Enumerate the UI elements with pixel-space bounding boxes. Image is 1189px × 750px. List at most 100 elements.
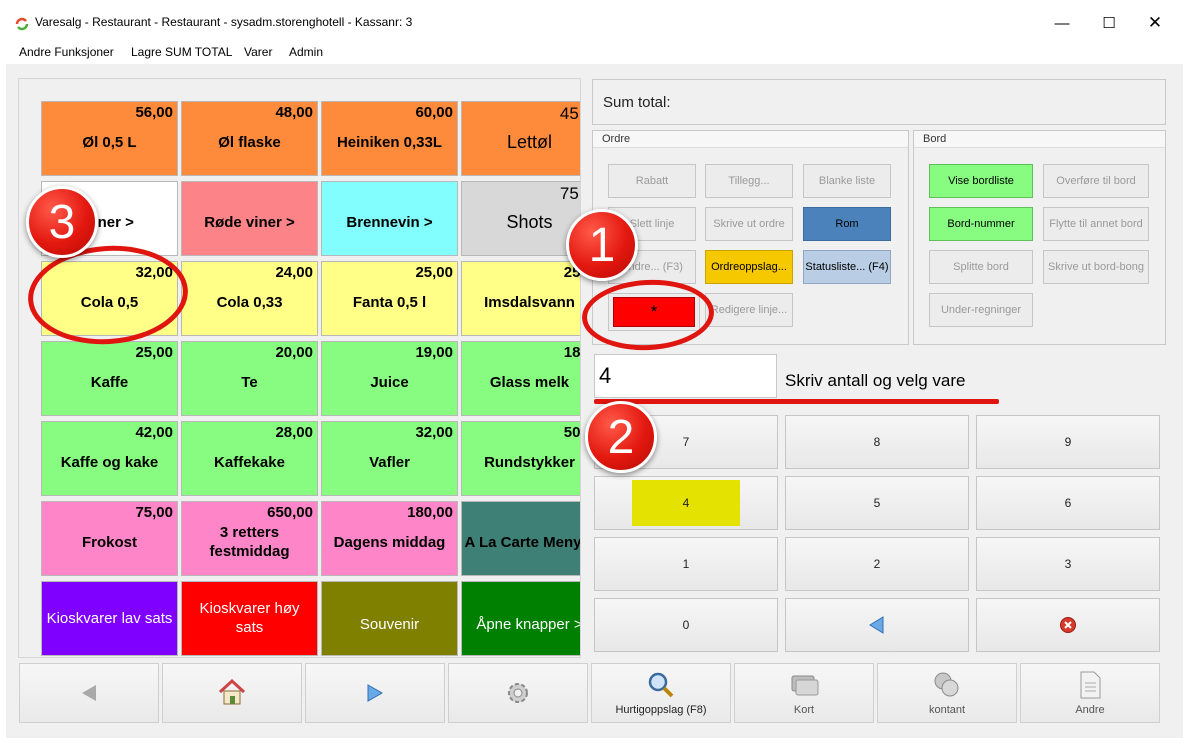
bord-nummer-button[interactable]: Bord-nummer bbox=[929, 207, 1033, 241]
product-price: 45,0 bbox=[559, 104, 580, 123]
product-price: 28,00 bbox=[275, 424, 313, 441]
vise-bordliste-button[interactable]: Vise bordliste bbox=[929, 164, 1033, 198]
product-button[interactable]: 24,00 Cola 0,33 bbox=[181, 261, 318, 336]
product-price: 19,00 bbox=[415, 344, 453, 361]
product-price: 50,0 bbox=[563, 424, 581, 441]
product-button[interactable]: Kioskvarer lav sats bbox=[41, 581, 178, 656]
minimize-button[interactable]: — bbox=[1047, 10, 1077, 36]
numpad-key-2[interactable]: 2 bbox=[785, 537, 969, 591]
product-price: 25,00 bbox=[415, 264, 453, 281]
rom-button[interactable]: Rom bbox=[803, 207, 891, 241]
numpad-key-8[interactable]: 8 bbox=[785, 415, 969, 469]
hurtigoppslag-button[interactable]: Hurtigoppslag (F8) bbox=[591, 663, 731, 723]
numpad-key-3[interactable]: 3 bbox=[976, 537, 1160, 591]
product-button[interactable]: Røde viner > bbox=[181, 181, 318, 256]
numpad-key-1[interactable]: 1 bbox=[594, 537, 778, 591]
andre-label: Andre bbox=[1075, 704, 1105, 716]
maximize-button[interactable]: ☐ bbox=[1094, 10, 1124, 36]
forward-button[interactable] bbox=[305, 663, 445, 723]
product-button[interactable]: 60,00 Heiniken 0,33L bbox=[321, 101, 458, 176]
clear-icon bbox=[1060, 617, 1076, 633]
backspace-button[interactable] bbox=[785, 598, 969, 652]
blanke-liste-button[interactable]: Blanke liste bbox=[803, 164, 891, 198]
product-grid: 56,00 Øl 0,5 L 48,00 Øl flaske 60,00 Heinik… bbox=[18, 78, 581, 658]
statusliste-button[interactable]: Statusliste... (F4) bbox=[803, 250, 891, 284]
kort-button[interactable]: Kort bbox=[734, 663, 874, 723]
maximize-icon: ☐ bbox=[1102, 15, 1116, 32]
product-price: 48,00 bbox=[275, 104, 313, 121]
product-button[interactable]: 42,00 Kaffe og kake bbox=[41, 421, 178, 496]
product-button[interactable]: Åpne knapper > bbox=[461, 581, 581, 656]
close-icon: ✕ bbox=[1147, 13, 1163, 32]
product-button[interactable]: Kioskvarer høy sats bbox=[181, 581, 318, 656]
product-name: Kaffekake bbox=[214, 453, 285, 471]
menu-andre-funksjoner[interactable]: Andre Funksjoner bbox=[19, 44, 114, 60]
product-price: 25,00 bbox=[135, 344, 173, 361]
product-button[interactable]: 75,0 Shots bbox=[461, 181, 580, 256]
product-button[interactable]: 28,00 Kaffekake bbox=[181, 421, 318, 496]
product-button[interactable]: 180,00 Dagens middag bbox=[321, 501, 458, 576]
skrive-ut-bord-bong-button[interactable]: Skrive ut bord-bong bbox=[1043, 250, 1149, 284]
product-price: 42,00 bbox=[135, 424, 173, 441]
menu-bar: Andre Funksjoner Lagre SUM TOTAL Varer A… bbox=[0, 44, 1189, 64]
numpad-key-4[interactable]: 4 bbox=[594, 476, 778, 530]
back-button[interactable] bbox=[19, 663, 159, 723]
under-regninger-button[interactable]: Under-regninger bbox=[929, 293, 1033, 327]
product-button[interactable]: 56,00 Øl 0,5 L bbox=[41, 101, 178, 176]
settings-button[interactable] bbox=[448, 663, 588, 723]
close-button[interactable]: ✕ bbox=[1140, 10, 1170, 36]
app-window: Varesalg - Restaurant - Restaurant - sys… bbox=[0, 0, 1189, 750]
product-name: Shots bbox=[506, 211, 553, 232]
kontant-label: kontant bbox=[928, 704, 966, 716]
numpad-key-0[interactable]: 0 bbox=[594, 598, 778, 652]
product-name: Åpne knapper > bbox=[476, 615, 581, 633]
menu-admin[interactable]: Admin bbox=[289, 44, 323, 60]
window-title: Varesalg - Restaurant - Restaurant - sys… bbox=[35, 15, 413, 29]
ordreoppslag-button[interactable]: Ordreoppslag... bbox=[705, 250, 793, 284]
product-button[interactable]: 25,0Imsdalsvann bbox=[461, 261, 580, 336]
overfore-til-bord-button[interactable]: Overføre til bord bbox=[1043, 164, 1149, 198]
product-name: Glass melk bbox=[489, 373, 570, 391]
numpad-key-9[interactable]: 9 bbox=[976, 415, 1160, 469]
clear-button[interactable] bbox=[976, 598, 1160, 652]
numpad-key-6[interactable]: 6 bbox=[976, 476, 1160, 530]
arrow-right-icon bbox=[367, 684, 384, 702]
product-button[interactable]: 48,00 Øl flaske bbox=[181, 101, 318, 176]
rabatt-button[interactable]: Rabatt bbox=[608, 164, 696, 198]
skrive-ut-ordre-button[interactable]: Skrive ut ordre bbox=[705, 207, 793, 241]
product-button[interactable]: 19,00 Juice bbox=[321, 341, 458, 416]
backspace-icon bbox=[869, 616, 884, 634]
product-button[interactable]: 32,00 Vafler bbox=[321, 421, 458, 496]
product-button[interactable]: Brennevin > bbox=[321, 181, 458, 256]
sum-total-panel: Sum total: bbox=[592, 79, 1166, 125]
product-button[interactable]: A La Carte Meny > bbox=[461, 501, 581, 576]
home-button[interactable] bbox=[162, 663, 302, 723]
product-button[interactable]: 18,0 Glass melk bbox=[461, 341, 580, 416]
product-name: Vafler bbox=[369, 453, 410, 471]
andre-button[interactable]: Andre bbox=[1020, 663, 1160, 723]
product-button[interactable]: 650,00 3 retters festmiddag bbox=[181, 501, 318, 576]
numpad-key-5[interactable]: 5 bbox=[785, 476, 969, 530]
redigere-linje-button[interactable]: Redigere linje... bbox=[705, 293, 793, 327]
product-button[interactable]: 45,0 Lettøl bbox=[461, 101, 580, 176]
product-button[interactable]: 20,00 Te bbox=[181, 341, 318, 416]
flytte-til-annet-bord-button[interactable]: Flytte til annet bord bbox=[1043, 207, 1149, 241]
product-button[interactable]: 75,00 Frokost bbox=[41, 501, 178, 576]
search-icon bbox=[648, 672, 674, 698]
product-name: 3 retters festmiddag bbox=[209, 524, 290, 560]
splitte-bord-button[interactable]: Splitte bord bbox=[929, 250, 1033, 284]
quantity-input[interactable]: 4 bbox=[594, 354, 777, 398]
product-button[interactable]: 25,00 Fanta 0,5 l bbox=[321, 261, 458, 336]
product-price: 180,00 bbox=[407, 504, 453, 521]
tillegg-button[interactable]: Tillegg... bbox=[705, 164, 793, 198]
product-name: A La Carte Meny > bbox=[464, 533, 581, 551]
product-button[interactable]: 25,00 Kaffe bbox=[41, 341, 178, 416]
product-price: 20,00 bbox=[275, 344, 313, 361]
product-button[interactable]: 50,0 Rundstykker bbox=[461, 421, 581, 496]
product-name: Imsdalsvann bbox=[484, 293, 575, 311]
menu-varer[interactable]: Varer bbox=[244, 44, 272, 60]
product-name: Brennevin > bbox=[346, 213, 433, 231]
menu-lagre-sum-total[interactable]: Lagre SUM TOTAL bbox=[131, 44, 232, 60]
product-button[interactable]: Souvenir bbox=[321, 581, 458, 656]
kontant-button[interactable]: kontant bbox=[877, 663, 1017, 723]
